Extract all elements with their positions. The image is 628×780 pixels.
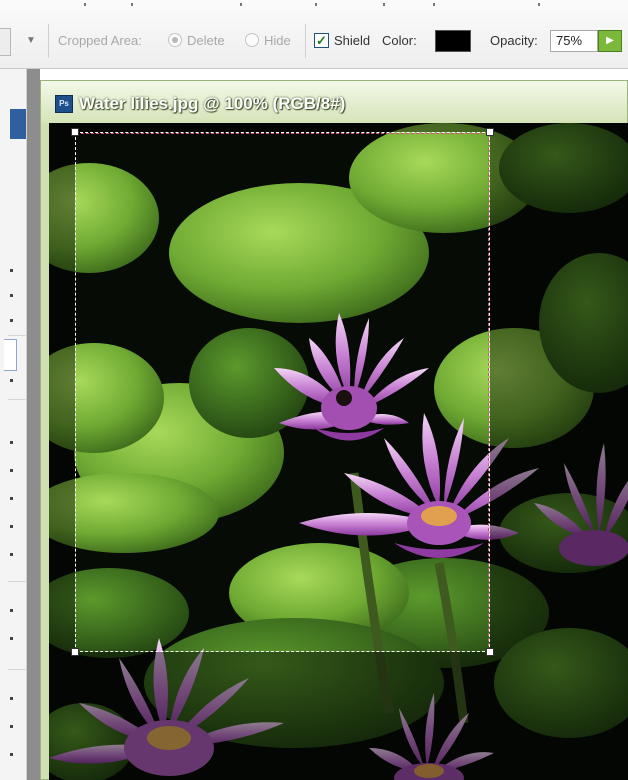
opacity-input[interactable]: 75%: [550, 30, 598, 52]
panel-bullet: [10, 637, 13, 640]
panel-bullet: [10, 497, 13, 500]
panel-bullet: [10, 553, 13, 556]
crop-handle-bottom-right[interactable]: [486, 648, 494, 656]
crop-handle-bottom-left[interactable]: [71, 648, 79, 656]
cropped-area-label: Cropped Area:: [58, 33, 142, 48]
chevron-down-icon[interactable]: ▼: [26, 35, 36, 46]
tool-preset-picker[interactable]: [0, 28, 11, 56]
panel-bullet: [10, 319, 13, 322]
panel-selected-item[interactable]: [10, 109, 26, 139]
panel-bullet: [10, 269, 13, 272]
panel-bullet: [10, 697, 13, 700]
play-arrow-icon: ▶: [606, 35, 614, 46]
crop-marquee[interactable]: [75, 132, 490, 652]
document-titlebar[interactable]: Ps Water lilies.jpg @ 100% (RGB/8#): [41, 81, 627, 123]
document-title: Water lilies.jpg @ 100% (RGB/8#): [79, 94, 346, 113]
divider: [48, 24, 49, 58]
shield-color-swatch[interactable]: [435, 30, 471, 52]
options-bar: ▼ Cropped Area: Delete Hide ✓ Shield Col…: [0, 0, 628, 69]
ruler-ticks: [0, 0, 628, 12]
shield-checkbox[interactable]: ✓: [314, 33, 329, 48]
panel-bullet: [10, 753, 13, 756]
panel-input[interactable]: [4, 339, 17, 371]
panel-bullet: [10, 609, 13, 612]
hide-radio-label[interactable]: Hide: [264, 33, 291, 49]
delete-radio[interactable]: [168, 33, 182, 47]
divider: [8, 335, 26, 336]
divider: [8, 581, 26, 582]
workspace-background: [27, 69, 40, 780]
divider: [8, 669, 26, 670]
image-canvas[interactable]: [49, 123, 628, 780]
divider: [8, 399, 26, 400]
color-label: Color:: [382, 33, 417, 48]
opacity-label: Opacity:: [490, 33, 538, 48]
checkmark-icon: ✓: [316, 33, 327, 48]
crop-handle-top-left[interactable]: [71, 128, 79, 136]
panel-bullet: [10, 379, 13, 382]
left-panel: [0, 69, 27, 780]
panel-bullet: [10, 525, 13, 528]
panel-bullet: [10, 725, 13, 728]
opacity-slider-button[interactable]: ▶: [598, 30, 622, 52]
hide-radio[interactable]: [245, 33, 259, 47]
panel-bullet: [10, 441, 13, 444]
delete-radio-label[interactable]: Delete: [187, 33, 225, 49]
ps-file-icon: Ps: [55, 95, 73, 113]
crop-handle-top-right[interactable]: [486, 128, 494, 136]
crop-marquee-inner: [76, 133, 489, 651]
shield-label[interactable]: Shield: [334, 33, 370, 49]
panel-bullet: [10, 469, 13, 472]
panel-bullet: [10, 294, 13, 297]
divider: [305, 24, 306, 58]
